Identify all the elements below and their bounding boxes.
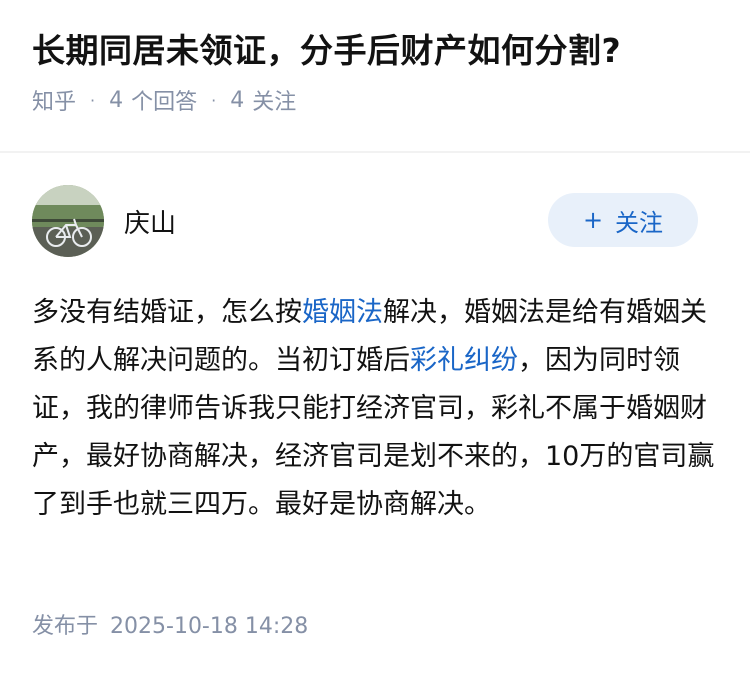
publish-timestamp: 2025-10-18 14:28 [110,614,309,639]
follow-button[interactable]: + 关注 [548,193,698,247]
question-title[interactable]: 长期同居未领证，分手后财产如何分割? [32,28,718,74]
answer-body: 多没有结婚证，怎么按婚姻法解决，婚姻法是给有婚姻关系的人解决问题的。当初订婚后彩… [32,289,718,529]
marriage-law-link[interactable]: 婚姻法 [302,297,383,328]
body-text: 多没有结婚证，怎么按 [32,297,302,328]
publish-time: 发布于 2025-10-18 14:28 [32,608,308,640]
question-header: 长期同居未领证，分手后财产如何分割? 知乎 · 4 个回答 · 4 关注 [0,0,750,151]
answers-label[interactable]: 个回答 [131,84,197,116]
followers-label[interactable]: 关注 [252,84,296,116]
author-name[interactable]: 庆山 [124,203,176,240]
answers-count: 4 [109,87,124,113]
author-row: 庆山 + 关注 [32,185,718,257]
betrothal-gift-dispute-link[interactable]: 彩礼纠纷 [410,345,518,376]
follow-button-label: 关注 [615,208,664,237]
answer-card: 庆山 + 关注 多没有结婚证，怎么按婚姻法解决，婚姻法是给有婚姻关系的人解决问题… [0,153,750,529]
separator-dot: · [90,90,96,110]
question-meta: 知乎 · 4 个回答 · 4 关注 [32,84,718,116]
avatar[interactable] [32,185,104,257]
answer-page: 长期同居未领证，分手后财产如何分割? 知乎 · 4 个回答 · 4 关注 庆山 … [0,0,750,674]
plus-icon: + [582,206,604,234]
separator-dot: · [211,90,217,110]
bicycle-photo-icon [32,185,104,257]
publish-label: 发布于 [32,614,99,639]
followers-count: 4 [230,87,245,113]
source-label[interactable]: 知乎 [32,84,76,116]
